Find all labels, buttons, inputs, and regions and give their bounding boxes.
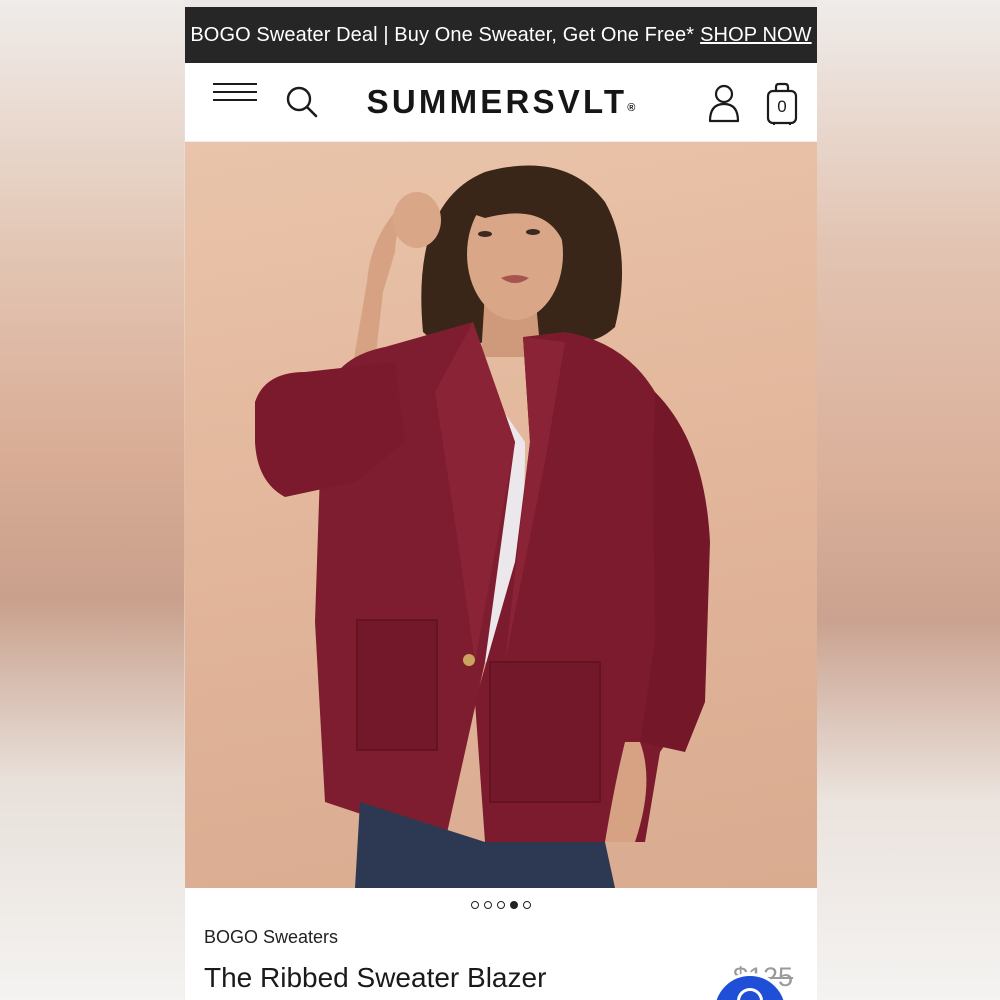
carousel-dot[interactable] — [523, 901, 531, 909]
promo-banner: BOGO Sweater Deal | Buy One Sweater, Get… — [185, 7, 817, 63]
carousel-dots — [185, 888, 817, 922]
model-illustration — [255, 165, 710, 888]
site-header: SUMMERSVLT® 0 — [185, 63, 817, 142]
mobile-page: BOGO Sweater Deal | Buy One Sweater, Get… — [185, 7, 817, 1000]
brand-logo-text: SUMMERSVLT — [366, 83, 628, 120]
promo-text: BOGO Sweater Deal | Buy One Sweater, Get… — [190, 23, 695, 46]
carousel-dot-active[interactable] — [510, 901, 518, 909]
cart-count: 0 — [777, 97, 787, 116]
carousel-dot[interactable] — [471, 901, 479, 909]
carousel-dot[interactable] — [484, 901, 492, 909]
product-category[interactable]: BOGO Sweaters — [204, 927, 338, 948]
shop-now-link[interactable]: SHOP NOW — [700, 24, 812, 47]
background-blur-left — [0, 0, 184, 1000]
product-title[interactable]: The Ribbed Sweater Blazer — [204, 962, 546, 994]
product-image[interactable] — [185, 142, 817, 888]
accessibility-icon — [737, 988, 763, 1000]
carousel-dot[interactable] — [497, 901, 505, 909]
background-blur-right — [816, 0, 1000, 1000]
user-icon[interactable] — [707, 83, 741, 123]
registered-mark: ® — [627, 102, 636, 114]
